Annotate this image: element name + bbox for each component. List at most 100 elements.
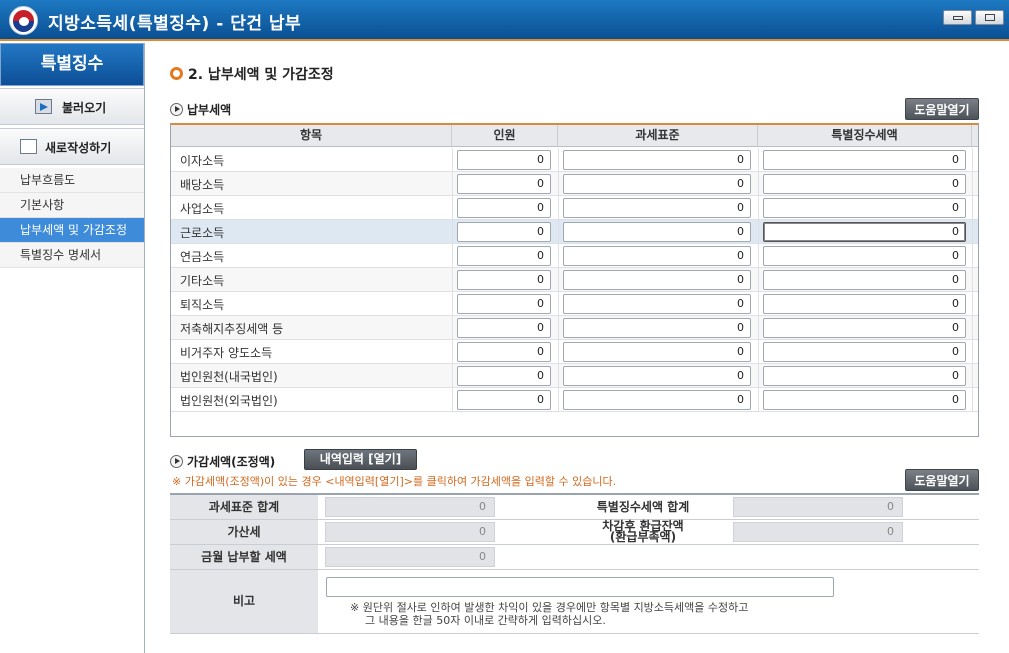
table-row: 저축해지추징세액 등000 — [171, 316, 978, 340]
summary-row-2: 가산세 0 차감후 환급잔액 (환급부족액) 0 — [170, 520, 979, 545]
row-label: 저축해지추징세액 등 — [180, 322, 284, 336]
special-tax-input[interactable]: 0 — [763, 390, 966, 410]
sidebar-item[interactable]: 특별징수 명세서 — [0, 243, 144, 268]
load-icon — [35, 99, 52, 114]
tax-base-input[interactable]: 0 — [563, 366, 751, 386]
column-header-tax-base: 과세표준 — [558, 125, 758, 147]
additional-tax-field: 0 — [325, 522, 495, 542]
special-tax-input[interactable]: 0 — [763, 294, 966, 314]
column-header-item: 항목 — [171, 125, 452, 147]
row-label: 법인원천(외국법인) — [180, 394, 278, 408]
special-tax-input[interactable]: 0 — [763, 246, 966, 266]
row-label: 근로소득 — [180, 226, 225, 240]
table-row: 기타소득 0 0 0 — [171, 268, 978, 292]
table-row: 법인원천(외국법인) 0 0 0 — [171, 388, 978, 412]
adjustment-summary: 과세표준 합계 0 특별징수세액 합계 0 가산세 0 차감후 환급잔액 (환급… — [170, 493, 979, 634]
payment-heading: 납부세액 — [170, 101, 231, 118]
government-logo-icon — [9, 6, 38, 35]
table-row: 이자소득 0 0 0 — [171, 148, 978, 172]
count-input[interactable]: 0 — [457, 246, 551, 266]
summary-row-1: 과세표준 합계 0 특별징수세액 합계 0 — [170, 495, 979, 520]
minimize-button[interactable] — [943, 10, 972, 25]
maximize-icon — [985, 14, 995, 21]
tax-base-total-label: 과세표준 합계 — [170, 495, 318, 519]
sidebar-item[interactable]: 기본사항 — [0, 193, 144, 218]
tax-base-input[interactable]: 0 — [563, 198, 751, 218]
memo-note: ※ 원단위 절사로 인하여 발생한 차익이 있을 경우에만 항목별 지방소득세액… — [350, 601, 749, 627]
table-row: 퇴직소득 0 0 0 — [171, 292, 978, 316]
tax-base-input[interactable]: 0 — [563, 294, 751, 314]
tax-base-input[interactable]: 0 — [563, 318, 751, 338]
special-tax-input[interactable]: 0 — [763, 342, 966, 362]
special-tax-input[interactable]: 0 — [763, 318, 966, 338]
sidebar: 특별징수 불러오기 새로작성하기 납부흐름도 기본사항 납부세액 및 가감조정 특별징… — [0, 43, 145, 653]
tax-base-input[interactable]: 0 — [563, 342, 751, 362]
new-document-button[interactable]: 새로작성하기 — [0, 128, 144, 165]
month-payable-field: 0 — [325, 547, 495, 567]
tax-base-input[interactable]: 0 — [563, 390, 751, 410]
arrow-circle-icon — [170, 103, 183, 116]
arrow-circle-icon — [170, 455, 183, 468]
special-tax-input[interactable]: 0 — [763, 270, 966, 290]
sidebar-item[interactable]: 납부흐름도 — [0, 168, 144, 193]
special-tax-input[interactable]: 0 — [763, 198, 966, 218]
count-input[interactable]: 0 — [457, 366, 551, 386]
row-label: 사업소득 — [180, 202, 225, 216]
count-input[interactable]: 0 — [457, 174, 551, 194]
count-input[interactable]: 0 — [457, 222, 551, 242]
count-input[interactable]: 0 — [457, 270, 551, 290]
table-row: 연금소득 0 0 0 — [171, 244, 978, 268]
count-input[interactable]: 0 — [457, 318, 551, 338]
section-title: 2. 납부세액 및 가감조정 — [170, 64, 334, 84]
special-tax-input[interactable]: 0 — [763, 222, 966, 242]
sidebar-header: 특별징수 — [0, 43, 144, 86]
column-header-count: 인원 — [452, 125, 558, 147]
adjustment-heading: 가감세액(조정액) — [170, 453, 275, 470]
table-row: 배당소득 0 0 0 — [171, 172, 978, 196]
tax-base-input[interactable]: 0 — [563, 222, 751, 242]
minimize-icon — [953, 16, 963, 20]
table-row: 법인원천(내국법인) 0 0 0 — [171, 364, 978, 388]
special-tax-input[interactable]: 0 — [763, 366, 966, 386]
refund-balance-field: 0 — [733, 522, 903, 542]
tax-base-input[interactable]: 0 — [563, 174, 751, 194]
special-tax-input[interactable]: 0 — [763, 174, 966, 194]
count-input[interactable]: 0 — [457, 342, 551, 362]
payment-table: 항목 인원 과세표준 특별징수세액 이자소득 0 0 0 배당소득 0 0 0 사업소득 0 0 0 근… — [170, 123, 979, 437]
month-payable-label: 금월 납부할 세액 — [170, 545, 318, 569]
refund-balance-label: 차감후 환급잔액 (환급부족액) — [568, 520, 718, 544]
detail-input-button[interactable]: 내역입력 [열기] — [304, 449, 417, 470]
special-tax-total-field: 0 — [733, 497, 903, 517]
row-label: 기타소득 — [180, 274, 225, 288]
memo-row: 비고 ※ 원단위 절사로 인하여 발생한 차익이 있을 경우에만 항목별 지방소… — [170, 570, 979, 634]
adjustment-help-button[interactable]: 도움말열기 — [905, 469, 979, 491]
special-tax-input[interactable]: 0 — [763, 150, 966, 170]
memo-input[interactable] — [326, 577, 834, 597]
load-button-label: 불러오기 — [62, 101, 107, 115]
tax-base-input[interactable]: 0 — [563, 270, 751, 290]
summary-row-3: 금월 납부할 세액 0 — [170, 545, 979, 570]
row-label: 퇴직소득 — [180, 298, 225, 312]
load-button[interactable]: 불러오기 — [0, 88, 144, 125]
tax-base-input[interactable]: 0 — [563, 246, 751, 266]
table-row: 근로소득 0 0 0 — [171, 220, 978, 244]
table-row: 사업소득 0 0 0 — [171, 196, 978, 220]
special-tax-total-label: 특별징수세액 합계 — [568, 495, 718, 519]
section-bullet-icon — [170, 67, 183, 80]
row-label: 이자소득 — [180, 154, 225, 168]
count-input[interactable]: 0 — [457, 198, 551, 218]
adjustment-notice: ※ 가감세액(조정액)이 있는 경우 <내역입력[열기]>를 클릭하여 가감세액… — [172, 475, 617, 488]
count-input[interactable]: 0 — [457, 150, 551, 170]
row-label: 연금소득 — [180, 250, 225, 264]
table-row: 비거주자 양도소득 0 0 0 — [171, 340, 978, 364]
tax-base-input[interactable]: 0 — [563, 150, 751, 170]
maximize-button[interactable] — [975, 10, 1004, 25]
memo-label: 비고 — [170, 570, 318, 633]
count-input[interactable]: 0 — [457, 294, 551, 314]
row-label: 비거주자 양도소득 — [180, 346, 273, 360]
sidebar-item[interactable]: 납부세액 및 가감조정 — [0, 218, 144, 243]
row-label: 법인원천(내국법인) — [180, 370, 278, 384]
payment-help-button[interactable]: 도움말열기 — [905, 98, 979, 120]
tax-base-total-field: 0 — [325, 497, 495, 517]
count-input[interactable]: 0 — [457, 390, 551, 410]
